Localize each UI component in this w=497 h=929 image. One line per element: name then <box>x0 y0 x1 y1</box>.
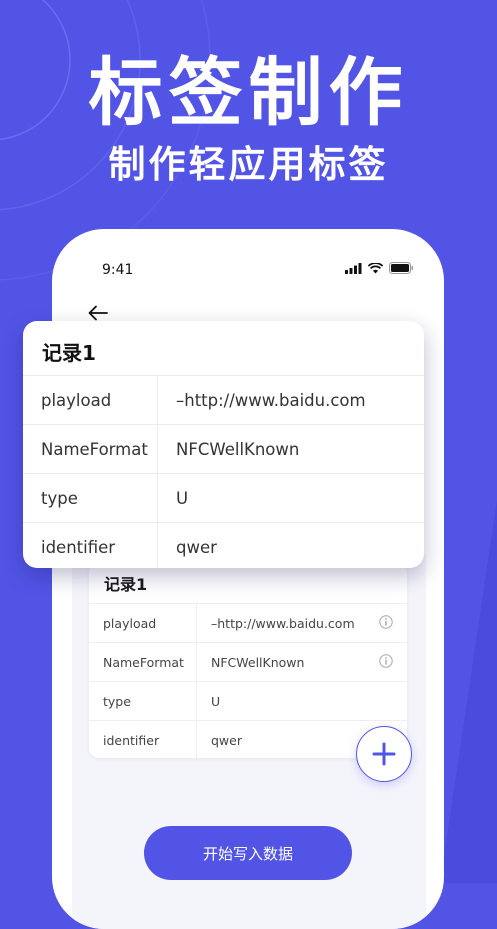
row-value: –http://www.baidu.com <box>196 603 407 643</box>
table-row: NameFormat NFCWellKnown <box>89 642 407 682</box>
signal-icon <box>345 262 362 274</box>
row-value-text: qwer <box>211 732 242 748</box>
row-key: type <box>23 473 158 523</box>
row-key: NameFormat <box>89 642 197 682</box>
table-row: type U <box>89 681 407 721</box>
table-row: identifier qwer <box>23 522 424 568</box>
row-value-text: NFCWellKnown <box>211 654 305 670</box>
row-value-text: –http://www.baidu.com <box>211 615 355 631</box>
row-key: playload <box>89 603 197 643</box>
hero-subtitle: 制作轻应用标签 <box>108 143 389 186</box>
battery-icon <box>389 262 414 274</box>
row-key: NameFormat <box>23 424 158 474</box>
table-row: playload –http://www.baidu.com <box>23 375 424 425</box>
table-row: type U <box>23 473 424 523</box>
floating-record-table: playload –http://www.baidu.com NameForma… <box>23 375 424 568</box>
row-value: –http://www.baidu.com <box>157 375 424 425</box>
row-value: U <box>196 681 407 721</box>
start-write-button[interactable]: 开始写入数据 <box>144 826 352 880</box>
record-table: playload –http://www.baidu.com NameForma… <box>89 603 407 759</box>
floating-card-title: 记录1 <box>42 341 96 365</box>
floating-record-card: 记录1 playload –http://www.baidu.com NameF… <box>23 321 424 568</box>
plus-icon <box>372 742 396 766</box>
row-value: qwer <box>157 522 424 568</box>
row-key: identifier <box>89 720 197 759</box>
status-icons <box>345 262 414 274</box>
row-value: NFCWellKnown <box>196 642 407 682</box>
row-key: playload <box>23 375 158 425</box>
row-key: identifier <box>23 522 158 568</box>
status-time: 9:41 <box>102 262 134 278</box>
row-value-text: U <box>211 693 221 709</box>
wifi-icon <box>368 262 383 273</box>
record-card-title: 记录1 <box>104 575 148 594</box>
row-key: type <box>89 681 197 721</box>
record-card: 记录1 playload –http://www.baidu.com NameF… <box>89 563 407 759</box>
row-value: NFCWellKnown <box>157 424 424 474</box>
hero-title: 标签制作 <box>88 50 409 136</box>
table-row: playload –http://www.baidu.com <box>89 603 407 643</box>
add-record-button[interactable] <box>356 726 412 782</box>
info-icon[interactable] <box>379 654 393 668</box>
info-icon[interactable] <box>379 615 393 629</box>
table-row: NameFormat NFCWellKnown <box>23 424 424 474</box>
back-arrow-icon <box>88 305 108 321</box>
row-value: U <box>157 473 424 523</box>
